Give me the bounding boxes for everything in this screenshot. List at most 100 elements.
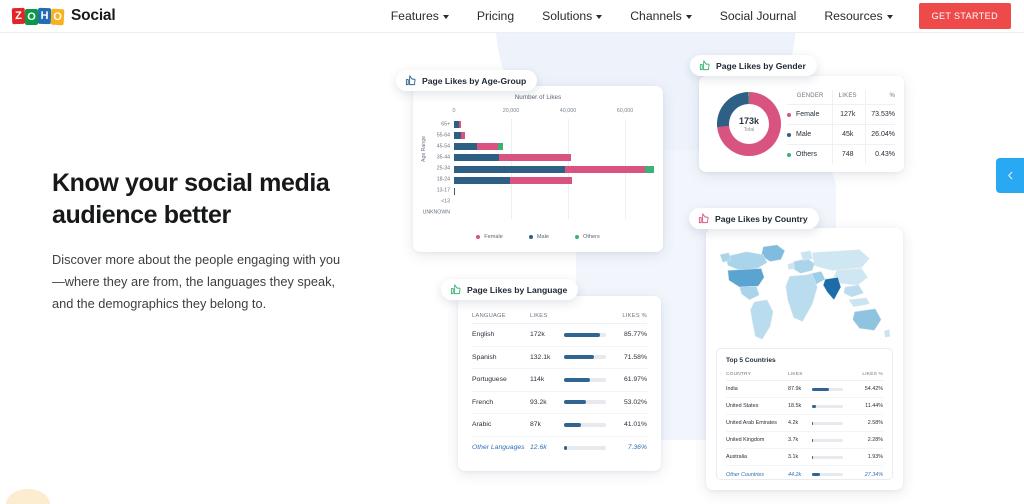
brand-name: Social: [71, 7, 116, 24]
logo-letter-h: H: [37, 7, 52, 24]
bar-row: [454, 121, 654, 129]
thumbs-up-icon: [699, 60, 710, 71]
country-name: Other Countries: [726, 471, 765, 478]
nav-item-pricing[interactable]: Pricing: [463, 9, 528, 23]
badge-page-likes-by-gender: Page Likes by Gender: [690, 55, 817, 76]
nav-item-resources[interactable]: Resources: [810, 9, 906, 23]
gender-table-header: GENDER LIKES %: [787, 88, 895, 104]
x-tick-3: 60,000: [616, 108, 634, 114]
language-pct: 41.01%: [623, 421, 647, 429]
col-likes: LIKES: [838, 93, 857, 99]
country-bar: [812, 438, 848, 442]
language-bar: [564, 377, 612, 382]
language-chart-card: LANGUAGE LIKES LIKES % English 172k 85.7…: [458, 296, 661, 471]
chart-yaxis-title: Age Range: [421, 136, 427, 162]
legend-swatch-others: [574, 235, 579, 239]
swatch-male: [787, 132, 791, 137]
country-likes: 4.2k: [788, 420, 799, 426]
language-pct: 7.36%: [627, 444, 647, 452]
country-pct: 11.44%: [865, 403, 883, 409]
nav-item-solutions[interactable]: Solutions: [528, 9, 616, 23]
legend-label-male: Male: [536, 234, 549, 240]
country-pct: 1.93%: [867, 454, 883, 460]
col-likes: LIKES: [788, 372, 803, 377]
nav-item-social-journal[interactable]: Social Journal: [706, 9, 811, 23]
get-started-button[interactable]: GET STARTED: [918, 3, 1011, 29]
country-name: United Arab Emirates: [726, 420, 777, 426]
country-bar: [812, 421, 848, 425]
country-bar: [812, 404, 848, 408]
y-tick--13: <13: [441, 198, 450, 205]
language-table-header: LANGUAGE LIKES LIKES %: [472, 308, 647, 324]
language-likes: 172k: [530, 331, 545, 339]
badge-label: Page Likes by Age-Group: [422, 75, 527, 86]
legend-item-others[interactable]: Others: [574, 234, 600, 240]
language-name: Arabic: [472, 421, 492, 429]
brand-logo[interactable]: Z O H O Social: [11, 7, 116, 25]
gender-likes-others: 748: [841, 151, 854, 158]
country-likes: 18.5k: [788, 403, 802, 409]
badge-page-likes-by-language: Page Likes by Language: [441, 279, 579, 300]
country-bar: [812, 473, 848, 476]
bar-segment-male: [454, 154, 500, 162]
nav-item-channels[interactable]: Channels: [616, 9, 706, 23]
nav-label-solutions: Solutions: [542, 9, 593, 23]
y-tick-25-34: 25-34: [436, 165, 450, 172]
table-row: United Arab Emirates 4.2k 2.58%: [726, 415, 883, 432]
chart-xaxis-title: Number of Likes: [514, 94, 562, 101]
thumbs-up-icon: [698, 213, 709, 224]
table-row: India 87.9k 54.42%: [726, 381, 883, 398]
bar-row: [454, 132, 654, 140]
x-tick-1: 20,000: [502, 108, 520, 114]
carousel-previous-button[interactable]: [996, 158, 1024, 193]
gender-donut-chart: 173k Total: [717, 92, 781, 156]
donut-total-label: Total: [743, 126, 755, 133]
main-navigation: Features Pricing Solutions Channels Soci…: [377, 3, 1024, 29]
bar-row: [454, 199, 654, 206]
language-pct: 61.97%: [623, 376, 647, 384]
logo-letter-o2: O: [50, 8, 65, 25]
y-tick-18-24: 18-24: [436, 176, 450, 183]
language-likes: 93.2k: [530, 398, 547, 406]
nav-label-features: Features: [390, 9, 439, 23]
bar-segment-male: [454, 165, 566, 173]
language-likes: 114k: [530, 376, 545, 384]
nav-label-channels: Channels: [630, 9, 682, 23]
top-5-title: Top 5 Countries: [726, 357, 776, 364]
bar-segment-female: [565, 165, 646, 173]
thumbs-up-icon: [405, 75, 416, 86]
nav-item-features[interactable]: Features: [377, 9, 463, 23]
language-name: French: [472, 398, 494, 406]
y-tick-65-: 65+: [441, 120, 450, 127]
legend-item-female[interactable]: Female: [476, 234, 503, 240]
bar-segment-female: [510, 176, 573, 184]
col-pct: %: [889, 93, 895, 99]
landing-page: Z O H O Social Features Pricing Solution…: [0, 0, 1024, 504]
country-pct: 27.34%: [864, 471, 883, 478]
logo-letter-o1: O: [25, 8, 38, 25]
language-bar: [564, 422, 612, 427]
chevron-down-icon: [596, 15, 603, 19]
gender-likes-female: 127k: [840, 111, 856, 118]
bar-segment-others: [497, 143, 504, 151]
table-row[interactable]: Other Countries 44.2k 27.34%: [726, 466, 883, 483]
age-group-chart-card: Number of Likes 0 20,000 40,000 60,000 A…: [413, 86, 663, 252]
legend-item-male[interactable]: Male: [528, 234, 549, 240]
table-row[interactable]: Other Languages 12.6k 7.36%: [472, 437, 647, 460]
badge-label: Page Likes by Country: [715, 213, 808, 224]
gender-label-female: Female: [796, 111, 820, 118]
table-row: English 172k 85.77%: [472, 324, 647, 347]
language-bar: [564, 400, 612, 405]
bar-segment-male: [454, 176, 511, 184]
table-row: United Kingdom 3.7k 2.28%: [726, 432, 883, 449]
language-table: LANGUAGE LIKES LIKES % English 172k 85.7…: [472, 308, 647, 459]
y-tick-35-44: 35-44: [436, 154, 450, 161]
bar-segment-male: [454, 132, 462, 140]
col-gender: GENDER: [796, 93, 824, 99]
bar-row: [454, 143, 654, 151]
legend-label-others: Others: [582, 234, 600, 240]
bar-row: [454, 176, 654, 184]
donut-total-value: 173k: [738, 115, 760, 126]
country-bar: [812, 455, 848, 459]
table-row: United States 18.5k 11.44%: [726, 398, 883, 415]
